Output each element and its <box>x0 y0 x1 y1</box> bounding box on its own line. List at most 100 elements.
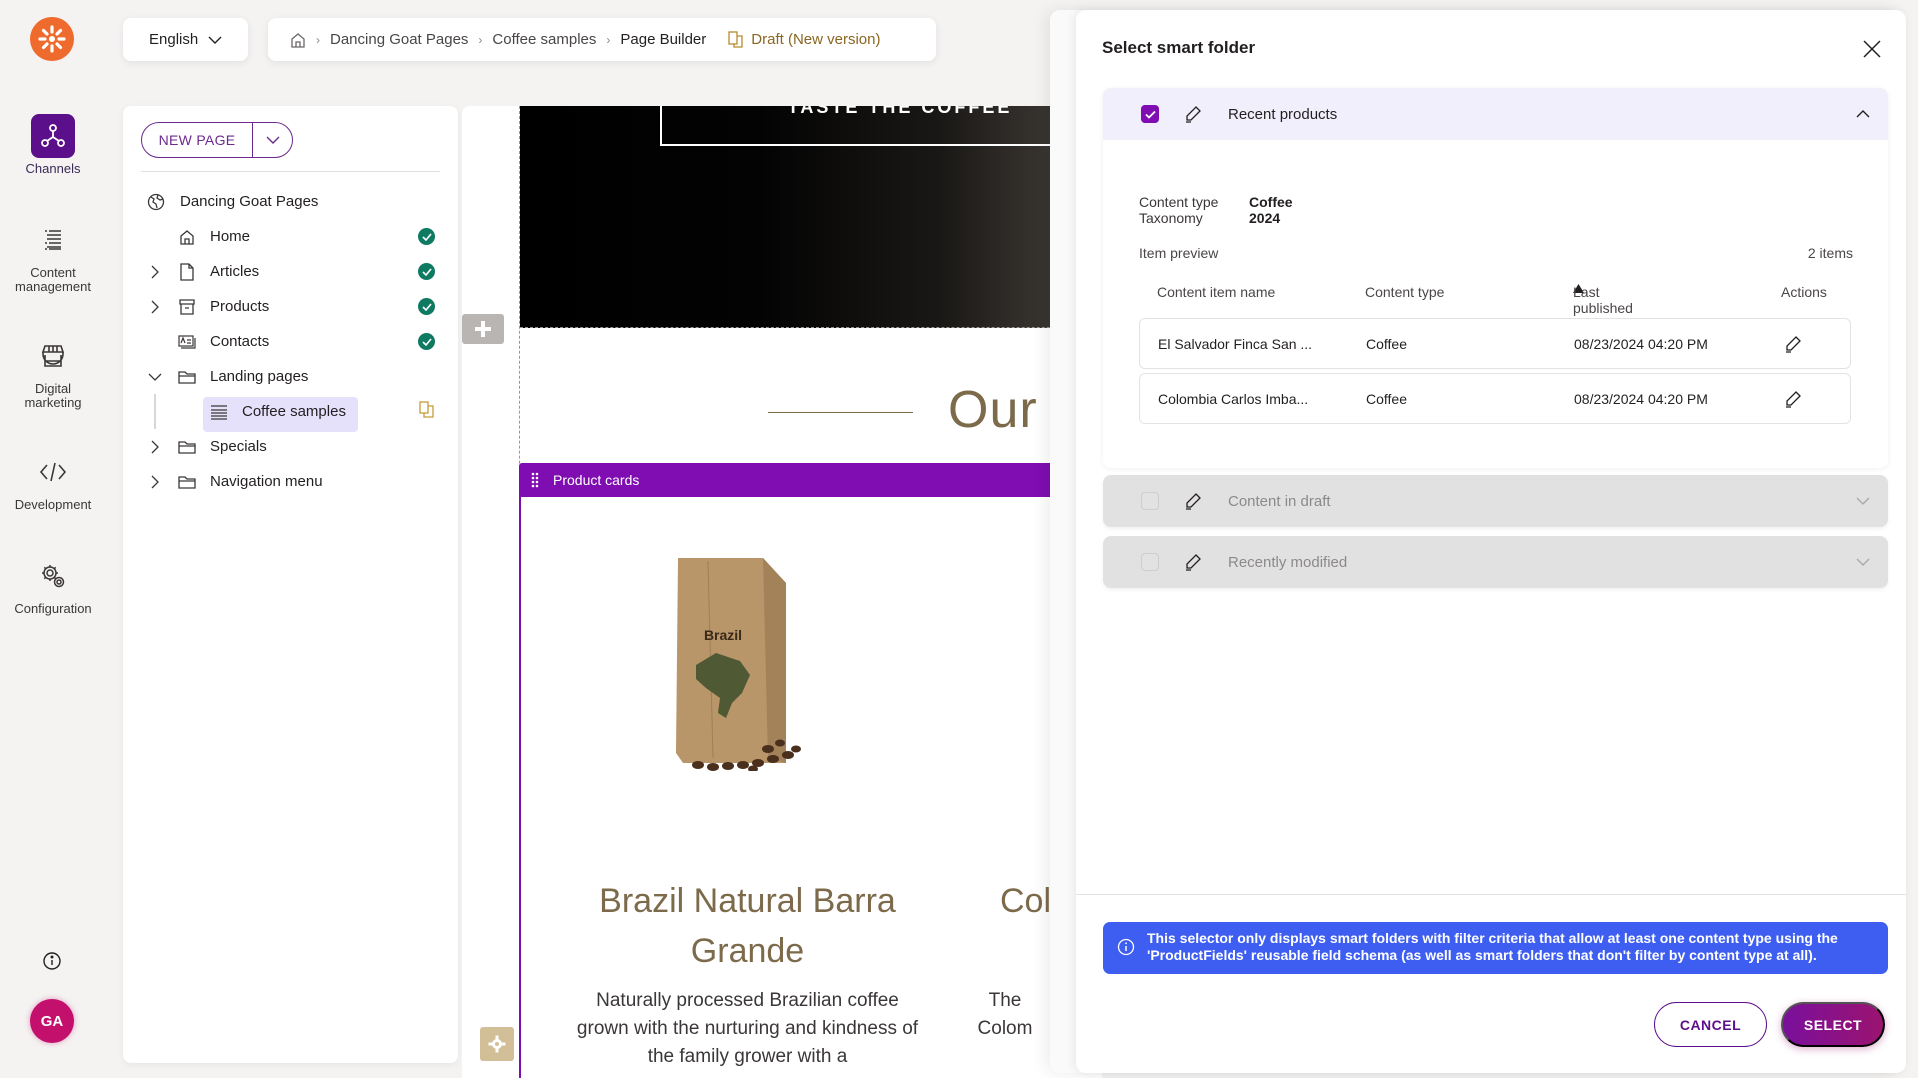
product-image-brazil: Brazil <box>668 553 803 773</box>
section-settings-button[interactable] <box>480 1027 514 1061</box>
column-header-last-published[interactable]: Last published <box>1573 284 1633 316</box>
edit-icon[interactable] <box>1783 389 1803 409</box>
column-header-name[interactable]: Content item name <box>1157 284 1275 300</box>
nav-development[interactable]: Development <box>0 450 106 512</box>
tree-node-articles[interactable]: Articles <box>123 254 458 289</box>
page-icon <box>178 262 196 281</box>
chevron-right-icon[interactable] <box>148 475 162 489</box>
column-header-type[interactable]: Content type <box>1365 284 1444 300</box>
widget-header-product-cards[interactable]: Product cards <box>519 463 1119 497</box>
chevron-right-icon[interactable] <box>148 300 162 314</box>
tree-root-dancing-goat-pages[interactable]: Dancing Goat Pages <box>123 184 458 219</box>
nav-configuration[interactable]: Configuration <box>0 554 106 616</box>
chevron-right-icon[interactable] <box>148 440 162 454</box>
criteria-value: 2024 <box>1249 210 1281 226</box>
close-icon <box>1863 40 1881 58</box>
folder-checkbox[interactable] <box>1141 492 1159 510</box>
folder-name: Recent products <box>1228 105 1338 123</box>
chevron-up-icon[interactable] <box>1855 106 1871 122</box>
tree-node-label: Navigation menu <box>210 473 323 490</box>
section-heading: Our l <box>948 381 1066 439</box>
product-card-description: Naturally processed Brazilian coffee gro… <box>576 990 919 1067</box>
chevron-down-icon <box>266 136 279 144</box>
product-card-title: Col <box>1000 882 1052 920</box>
storefront-icon <box>31 334 75 378</box>
folder-icon <box>178 473 196 491</box>
select-button[interactable]: SELECT <box>1781 1002 1885 1047</box>
column-header-actions: Actions <box>1781 284 1827 300</box>
content-management-icon <box>31 218 75 262</box>
home-icon[interactable] <box>290 32 306 48</box>
smart-folder-header[interactable]: Recent products <box>1103 88 1888 140</box>
info-message: This selector only displays smart folder… <box>1103 922 1888 974</box>
tree-node-home[interactable]: Home <box>123 219 458 254</box>
nav-content-management[interactable]: Content management <box>0 218 106 294</box>
cancel-button[interactable]: CANCEL <box>1654 1002 1767 1047</box>
nav-development-label: Development <box>14 497 92 512</box>
folder-checkbox[interactable] <box>1141 553 1159 571</box>
tree-node-landing-pages[interactable]: Landing pages <box>123 359 458 394</box>
table-header: Content item name Content type Last publ… <box>1139 284 1851 316</box>
nav-channels[interactable]: Channels <box>0 114 106 176</box>
footer-divider <box>1076 894 1906 895</box>
tree-guide-line <box>154 394 156 429</box>
chevron-right-icon[interactable] <box>148 265 162 279</box>
chevron-down-icon <box>208 36 222 44</box>
draft-status-icon <box>419 401 434 422</box>
folder-criteria: Content type Coffee Taxonomy 2024 <box>1139 194 1293 226</box>
content-tree: Dancing Goat Pages Home Articles Product… <box>123 184 458 499</box>
published-status-icon <box>418 298 435 315</box>
language-value: English <box>149 31 199 48</box>
workflow-status-label: Draft (New version) <box>751 31 881 48</box>
column-header-label: Last published <box>1573 284 1633 316</box>
chevron-down-icon[interactable] <box>1855 554 1871 570</box>
breadcrumb-page-builder: Page Builder <box>620 31 707 48</box>
folder-checkbox[interactable] <box>1141 105 1159 123</box>
folder-name: Recently modified <box>1228 553 1348 571</box>
content-tree-panel: NEW PAGE Dancing Goat Pages Home Article… <box>123 106 458 1063</box>
cell-content-type: Coffee <box>1366 336 1407 352</box>
hero-button[interactable]: TASTE THE COFFEE <box>660 106 1102 146</box>
smart-folder-recent-products: Recent products Content type Coffee Taxo… <box>1103 88 1888 468</box>
tree-node-label: Home <box>210 228 251 245</box>
table-row[interactable]: El Salvador Finca San ... Coffee 08/23/2… <box>1139 318 1851 369</box>
new-page-button[interactable]: NEW PAGE <box>142 132 252 148</box>
new-page-dropdown-button[interactable] <box>252 123 292 157</box>
tree-node-specials[interactable]: Specials <box>123 429 458 464</box>
layout-icon <box>210 403 228 421</box>
breadcrumb-coffee-samples[interactable]: Coffee samples <box>492 31 596 48</box>
smart-folder-header[interactable]: Recently modified <box>1103 536 1888 588</box>
info-icon[interactable] <box>42 951 62 971</box>
tree-node-navigation-menu[interactable]: Navigation menu <box>123 464 458 499</box>
tree-node-coffee-samples[interactable]: Coffee samples <box>123 394 458 432</box>
edit-icon[interactable] <box>1783 334 1803 354</box>
language-selector[interactable]: English <box>123 18 248 61</box>
published-status-icon <box>418 228 435 245</box>
cell-item-name: El Salvador Finca San ... <box>1158 336 1313 352</box>
nav-digital-marketing[interactable]: Digital marketing <box>0 334 106 410</box>
table-row[interactable]: Colombia Carlos Imba... Coffee 08/23/202… <box>1139 373 1851 424</box>
add-section-button[interactable] <box>462 314 504 344</box>
contact-card-icon <box>178 333 196 351</box>
user-avatar[interactable]: GA <box>30 999 74 1043</box>
published-status-icon <box>418 263 435 280</box>
widget-label: Product cards <box>553 472 640 488</box>
breadcrumb-dancing-goat-pages[interactable]: Dancing Goat Pages <box>330 31 468 48</box>
pencil-icon <box>1186 106 1201 123</box>
chevron-down-icon[interactable] <box>148 370 162 384</box>
chevron-down-icon[interactable] <box>1855 493 1871 509</box>
logo-burst-icon <box>38 25 66 53</box>
tree-node-contacts[interactable]: Contacts <box>123 324 458 359</box>
close-button[interactable] <box>1861 38 1883 60</box>
code-icon <box>31 450 75 494</box>
nav-configuration-label: Configuration <box>14 601 92 616</box>
smart-folder-header[interactable]: Content in draft <box>1103 475 1888 527</box>
tree-node-products[interactable]: Products <box>123 289 458 324</box>
breadcrumb-separator: › <box>316 32 320 47</box>
drag-handle-icon[interactable] <box>531 472 539 488</box>
gear-icon <box>488 1035 506 1053</box>
pencil-icon <box>1186 554 1201 571</box>
hero-section[interactable]: TASTE THE COFFEE <box>520 106 1102 328</box>
smart-folder-content-in-draft: Content in draft <box>1103 475 1888 527</box>
kentico-logo[interactable] <box>30 17 74 61</box>
